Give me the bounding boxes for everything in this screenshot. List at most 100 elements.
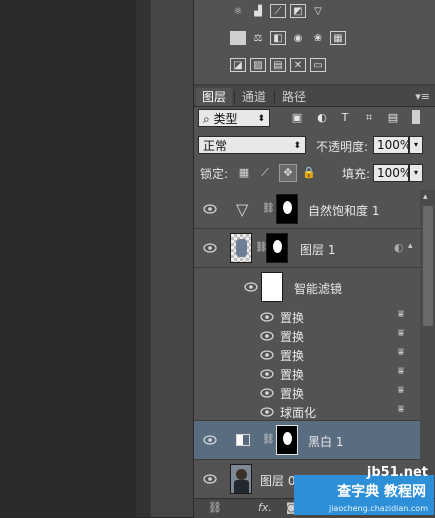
levels-icon[interactable]: ▟ [250,4,266,18]
scroll-up-icon[interactable]: ▴ [423,192,428,202]
pixel-filter-icon[interactable]: ▣ [290,111,304,125]
filter-name[interactable]: 置换 [280,385,304,402]
lock-position-icon[interactable]: ✥ [279,164,297,182]
layer-mask-thumbnail[interactable] [276,194,298,224]
eye-icon[interactable] [203,474,217,484]
gradient-map-icon[interactable]: ▭ [310,58,326,72]
invert-icon[interactable]: ◪ [230,58,246,72]
layer-row[interactable]: ▽ ⛓ 自然饱和度 1 [194,190,420,229]
layer-thumbnail[interactable] [230,464,252,494]
watermark: jb51.net 查字典 教程网 jiaocheng.chazidian.com [294,463,434,515]
eye-icon[interactable] [203,435,217,445]
filter-row[interactable]: 球面化 ⩸ [194,402,420,421]
fill-label: 填充: [342,167,371,181]
blending-options-icon[interactable]: ⩸ [398,328,404,339]
color-balance-icon[interactable]: ⚖ [250,31,266,45]
lock-transparency-icon[interactable]: ▦ [236,165,252,181]
selective-color-icon[interactable]: ✕ [290,58,306,72]
layer-name[interactable]: 图层 0 [260,472,295,489]
brightness-icon[interactable]: ☼ [230,4,246,18]
tab-separator [234,90,235,104]
filter-row[interactable]: 置换 ⩸ [194,307,420,326]
eye-icon[interactable] [260,407,274,417]
fill-input[interactable]: 100% [373,164,411,182]
eye-icon[interactable] [260,388,274,398]
layer-name[interactable]: 黑白 1 [308,433,343,450]
canvas-edge [136,0,150,517]
blending-options-icon[interactable]: ⩸ [398,366,404,377]
fill-dropdown-button[interactable]: ▾ [409,164,423,182]
opacity-dropdown-button[interactable]: ▾ [409,136,423,154]
type-filter-icon[interactable]: T [338,111,352,125]
blend-row: 正常 ⬍ 不透明度: 100% ▾ [194,133,435,157]
filter-kind-select[interactable]: ⌕ 类型 ⬍ [198,109,270,127]
link-layers-icon[interactable]: ⛓ [208,501,222,514]
filter-mask-thumbnail[interactable] [261,272,283,302]
blending-options-icon[interactable]: ⩸ [398,385,404,396]
filter-name[interactable]: 球面化 [280,404,316,421]
blend-mode-select[interactable]: 正常 ⬍ [198,136,306,154]
chain-link-icon[interactable]: ⛓ [262,434,275,445]
filter-row[interactable]: 置换 ⩸ [194,364,420,383]
exposure-icon[interactable]: ◩ [290,4,306,18]
filter-name[interactable]: 置换 [280,309,304,326]
layer-row-selected[interactable]: ⛓ 黑白 1 [194,421,420,460]
photo-filter-icon[interactable]: ◉ [290,31,306,45]
eye-icon[interactable] [260,369,274,379]
blending-options-icon[interactable]: ⩸ [398,309,404,320]
filter-name[interactable]: 置换 [280,328,304,345]
posterize-icon[interactable]: ▨ [250,58,266,72]
tab-layers[interactable]: 图层 [196,88,233,106]
fx-button[interactable]: fx. [258,501,272,514]
layer-thumbnail[interactable] [230,233,252,263]
layer-mask-thumbnail[interactable] [266,233,288,263]
watermark-title: 查字典 教程网 [337,484,426,500]
chain-link-icon[interactable]: ⛓ [262,203,275,214]
filter-toggle-icon[interactable] [412,110,420,124]
eye-icon[interactable] [244,282,258,292]
opacity-input[interactable]: 100% [373,136,411,154]
smart-object-filter-icon[interactable]: ▤ [386,111,400,125]
vibrance-icon[interactable]: ▽ [310,4,326,18]
lock-all-icon[interactable]: 🔒 [301,165,317,181]
layers-panel: ☼ ▟ ⟋ ◩ ▽ ⚖ ◧ ◉ ❀ ▦ ◪ ▨ ▤ ✕ ▭ 图层 通道 路径 ▾… [193,0,435,518]
layer-mask-thumbnail[interactable] [276,425,298,455]
filter-row[interactable]: 置换 ⩸ [194,345,420,364]
eye-icon[interactable] [203,204,217,214]
tab-channels[interactable]: 通道 [236,88,272,106]
filter-row[interactable]: 置换 ⩸ [194,326,420,345]
layers-scrollbar[interactable]: ▴ [420,190,435,498]
eye-icon[interactable] [260,312,274,322]
eye-icon[interactable] [260,350,274,360]
hamburger-icon[interactable]: ▾≡ [415,90,430,103]
smart-filter-indicator-icon[interactable]: ◐ [394,241,404,254]
threshold-icon[interactable]: ▤ [270,58,286,72]
layer-name[interactable]: 自然饱和度 1 [308,202,379,219]
layer-filter-row: ⌕ 类型 ⬍ ▣ ◐ T ⌗ ▤ [194,107,435,129]
color-lookup-icon[interactable]: ▦ [330,31,346,45]
adjustments-panel: ☼ ▟ ⟋ ◩ ▽ ⚖ ◧ ◉ ❀ ▦ ◪ ▨ ▤ ✕ ▭ [194,0,435,84]
eye-icon[interactable] [203,243,217,253]
lock-row: 锁定: ▦ ⟋ ✥ 🔒 填充: 100% ▾ [194,162,435,186]
black-white-icon [236,434,250,446]
eye-icon[interactable] [260,331,274,341]
smart-filters-row[interactable]: 智能滤镜 [194,268,420,306]
channel-mixer-icon[interactable]: ❀ [310,31,326,45]
blending-options-icon[interactable]: ⩸ [398,347,404,358]
black-white-icon[interactable]: ◧ [270,31,286,45]
shape-filter-icon[interactable]: ⌗ [362,111,376,125]
filter-name[interactable]: 置换 [280,366,304,383]
hue-saturation-icon[interactable] [230,31,246,45]
adjustment-filter-icon[interactable]: ◐ [315,111,329,125]
collapse-arrow-icon[interactable]: ▴ [408,241,413,251]
curves-icon[interactable]: ⟋ [270,4,286,18]
layer-row[interactable]: ⛓ 图层 1 ◐ ▴ [194,229,420,268]
layer-name[interactable]: 图层 1 [300,241,335,258]
filter-name[interactable]: 置换 [280,347,304,364]
tab-paths[interactable]: 路径 [276,88,312,106]
scrollbar-thumb[interactable] [423,206,433,326]
layer-name[interactable]: 智能滤镜 [294,280,342,297]
filter-row[interactable]: 置换 ⩸ [194,383,420,402]
blending-options-icon[interactable]: ⩸ [398,404,404,415]
lock-paint-icon[interactable]: ⟋ [257,165,273,181]
